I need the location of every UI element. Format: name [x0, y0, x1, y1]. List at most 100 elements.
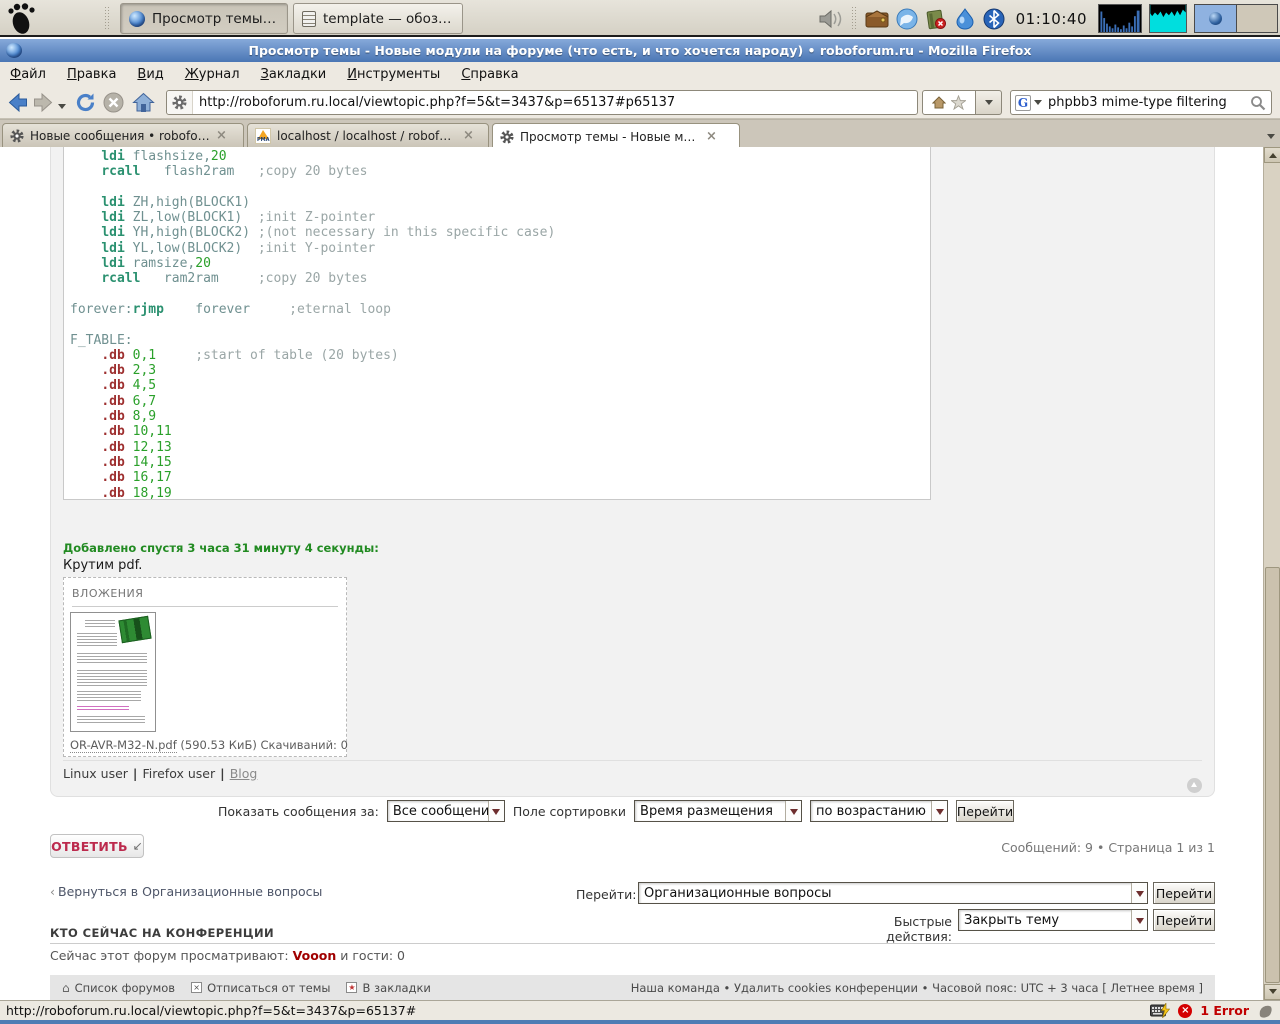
stop-button[interactable] — [102, 91, 125, 114]
footer-info-links[interactable]: Наша команда • Удалить cookies конференц… — [631, 981, 1203, 995]
scrollbar-up-button[interactable] — [1264, 147, 1280, 163]
scrollbar-thumb[interactable] — [1265, 567, 1280, 983]
panel-drag-handle[interactable] — [104, 6, 111, 31]
tab-title: Новые сообщения • roboforu... — [30, 129, 210, 143]
jump-go-button[interactable]: Перейти — [1153, 882, 1215, 904]
tab-title: localhost / localhost / roboforu... — [277, 129, 457, 143]
cpu-monitor-applet[interactable] — [1098, 4, 1142, 33]
sort-field-select[interactable]: Время размещения — [634, 800, 802, 822]
menu-tools[interactable]: Инструменты — [347, 67, 440, 82]
tab-bar: Новые сообщения • roboforu... × PMA loca… — [0, 119, 1280, 147]
pdf-pcb-image — [118, 616, 151, 643]
taskbar-window-filemanager[interactable]: template — обозревател... — [293, 3, 463, 34]
menu-help[interactable]: Справка — [461, 67, 518, 82]
tab-new-posts[interactable]: Новые сообщения • roboforu... × — [2, 123, 244, 148]
search-bar[interactable]: G phpbb3 mime-type filtering — [1010, 90, 1272, 115]
google-search-engine-icon[interactable]: G — [1015, 95, 1031, 111]
quick-actions-select[interactable]: Закрыть тему — [958, 909, 1148, 931]
taskbar-window-label: Просмотр темы - Новые ... — [152, 11, 279, 27]
signature-blog-link[interactable]: Blog — [230, 766, 258, 781]
footer-link-forum-list[interactable]: ⌂ Список форумов — [62, 981, 175, 995]
wallet-icon[interactable] — [865, 9, 889, 29]
tab-view-topic-active[interactable]: Просмотр темы - Новые моду... × — [492, 123, 740, 149]
workspace-inactive[interactable] — [1236, 5, 1277, 32]
code-lines: ldi flashsize,20 rcall flash2ram ;copy 2… — [70, 149, 924, 500]
menu-edit[interactable]: Правка — [67, 67, 116, 82]
pdf-text-lines — [77, 633, 117, 647]
search-magnifier-icon[interactable] — [1250, 95, 1266, 111]
navigation-toolbar: http://roboforum.ru.local/viewtopic.php?… — [0, 86, 1280, 119]
show-posts-label: Показать сообщения за: — [218, 804, 379, 819]
back-to-top-button[interactable] — [1187, 778, 1202, 793]
signature: Linux user|Firefox user|Blog — [63, 766, 257, 781]
urlbar-history-dropdown[interactable] — [975, 90, 1002, 115]
dropdown-arrow-icon — [1131, 910, 1147, 930]
code-block: ldi flashsize,20 rcall flash2ram ;copy 2… — [63, 147, 931, 500]
return-to-forum-link[interactable]: ‹Вернуться в Организационные вопросы — [50, 884, 322, 899]
attachments-divider — [72, 606, 338, 607]
clock: 01:10:40 — [1012, 10, 1091, 28]
address-bar[interactable]: http://roboforum.ru.local/viewtopic.php?… — [166, 90, 918, 115]
reply-arrow-icon: ↙ — [133, 839, 143, 853]
pdf-thumbnail[interactable] — [70, 612, 156, 732]
error-icon[interactable]: × — [1178, 1004, 1192, 1018]
gnome-menu-icon[interactable] — [4, 2, 38, 35]
sort-go-button[interactable]: Перейти — [956, 800, 1014, 822]
search-engine-dropdown[interactable] — [1034, 100, 1042, 109]
menu-bookmarks[interactable]: Закладки — [261, 67, 327, 82]
workspace-switcher[interactable] — [1194, 4, 1278, 33]
menu-bar: Файл Правка Вид Журнал Закладки Инструме… — [0, 62, 1280, 86]
bookmark-star-icon[interactable] — [951, 95, 966, 110]
reload-button[interactable] — [74, 91, 97, 114]
tab-close-icon[interactable]: × — [706, 129, 717, 144]
footer-link-bookmark[interactable]: ★ В закладки — [346, 981, 430, 995]
volume-icon[interactable] — [818, 8, 844, 30]
tab-gear-favicon — [10, 129, 24, 143]
menu-file[interactable]: Файл — [10, 67, 46, 82]
menu-view[interactable]: Вид — [137, 67, 163, 82]
signature-divider — [63, 760, 1202, 761]
dictionary-offline-icon[interactable] — [925, 8, 947, 30]
attachment-link[interactable]: OR-AVR-M32-N.pdf — [70, 738, 177, 753]
back-forward-dropdown[interactable] — [58, 104, 66, 113]
jump-to-select[interactable]: Организационные вопросы — [638, 882, 1148, 904]
vertical-scrollbar[interactable] — [1263, 147, 1280, 1000]
tab-phpmyadmin[interactable]: PMA localhost / localhost / roboforu... … — [247, 123, 489, 148]
dropdown-arrow-icon — [488, 801, 504, 821]
window-titlebar[interactable]: Просмотр темы - Новые модули на форуме (… — [0, 39, 1280, 62]
search-input-text[interactable]: phpbb3 mime-type filtering — [1042, 95, 1250, 110]
water-drop-icon[interactable] — [954, 8, 976, 30]
tab-close-icon[interactable]: × — [216, 128, 227, 143]
site-favicon-gear-icon — [167, 91, 193, 114]
error-count[interactable]: 1 Error — [1200, 1003, 1249, 1018]
back-button[interactable] — [6, 91, 29, 114]
tab-list-dropdown[interactable] — [1267, 134, 1275, 143]
tab-close-icon[interactable]: × — [463, 128, 474, 143]
chat-icon[interactable] — [896, 8, 918, 30]
menu-history[interactable]: Журнал — [185, 67, 240, 82]
address-bar-text[interactable]: http://roboforum.ru.local/viewtopic.php?… — [193, 95, 675, 110]
taskbar-window-firefox[interactable]: Просмотр темы - Новые ... — [120, 3, 288, 34]
reply-button-label: ОТВЕТИТЬ — [51, 839, 128, 854]
bluetooth-icon[interactable] — [983, 8, 1005, 30]
unsubscribe-icon: × — [191, 982, 202, 993]
quick-actions-go-button[interactable]: Перейти — [1153, 909, 1215, 931]
status-bar: http://roboforum.ru.local/viewtopic.php?… — [0, 1000, 1280, 1020]
go-home-icon[interactable] — [932, 96, 946, 109]
network-monitor-applet[interactable] — [1149, 4, 1187, 33]
sort-direction-select[interactable]: по возрастанию — [810, 800, 948, 822]
workspace-active[interactable] — [1195, 5, 1236, 32]
home-button[interactable] — [132, 91, 155, 114]
dropdown-arrow-icon — [1131, 883, 1147, 903]
footer-link-unsubscribe[interactable]: × Отписаться от темы — [191, 981, 330, 995]
scrollbar-down-button[interactable] — [1264, 984, 1280, 1000]
gesture-addon-icon[interactable] — [1257, 1003, 1274, 1019]
reply-button[interactable]: ОТВЕТИТЬ ↙ — [50, 834, 144, 858]
tray-drag-handle[interactable] — [851, 6, 858, 31]
online-user-link[interactable]: Vooon — [293, 948, 337, 963]
keyboard-layout-icon[interactable] — [1150, 1003, 1170, 1018]
forward-button[interactable] — [32, 91, 55, 114]
show-posts-select[interactable]: Все сообщения — [387, 800, 505, 822]
who-is-online-text: Сейчас этот форум просматривают: Vooon и… — [50, 948, 405, 963]
urlbar-action-buttons — [922, 90, 976, 115]
